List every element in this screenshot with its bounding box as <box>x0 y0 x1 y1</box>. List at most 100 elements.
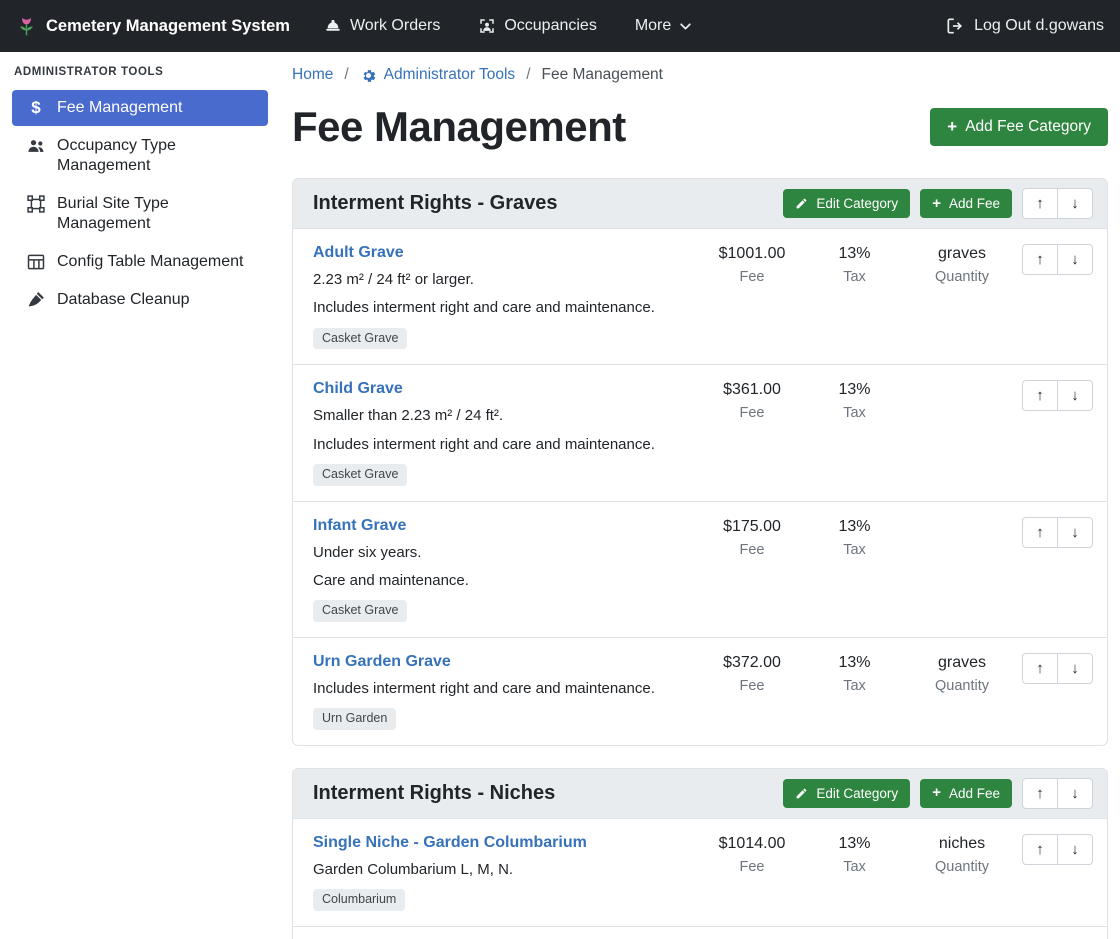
nav-item-occupancies[interactable]: Occupancies <box>478 17 597 35</box>
fee-rows: Single Niche - Garden Columbarium Garden… <box>293 819 1107 939</box>
category-actions: Edit Category + Add Fee ↑ ↓ <box>783 778 1093 809</box>
edit-category-button[interactable]: Edit Category <box>783 779 910 808</box>
fee-tax-cell: 13% Tax <box>807 834 902 875</box>
pencil-icon <box>795 197 808 210</box>
fee-amount-cell: $1014.00 Fee <box>697 834 807 875</box>
add-fee-button[interactable]: + Add Fee <box>920 189 1012 218</box>
fee-description-1: Under six years. <box>313 543 689 563</box>
category-list: Interment Rights - Graves Edit Category … <box>292 178 1108 939</box>
move-fee-down-button[interactable]: ↓ <box>1057 380 1093 411</box>
category-actions: Edit Category + Add Fee ↑ ↓ <box>783 188 1093 219</box>
fee-reorder-group: ↑ ↓ <box>1022 834 1093 865</box>
category-reorder-group: ↑ ↓ <box>1022 188 1093 219</box>
fee-type-badge: Casket Grave <box>313 328 407 350</box>
move-fee-up-button[interactable]: ↑ <box>1022 653 1058 684</box>
fee-amount-value: $361.00 <box>697 381 807 399</box>
breadcrumb-admin-tools-link[interactable]: Administrator Tools <box>360 66 516 84</box>
brand-link[interactable]: Cemetery Management System <box>16 16 290 37</box>
move-category-up-button[interactable]: ↑ <box>1022 188 1058 219</box>
fee-amount-value: $175.00 <box>697 518 807 536</box>
move-fee-up-button[interactable]: ↑ <box>1022 517 1058 548</box>
arrow-down-icon: ↓ <box>1071 842 1079 857</box>
fee-name-link[interactable]: Child Grave <box>313 380 403 398</box>
fee-amount-cell: $1001.00 Fee <box>697 244 807 285</box>
fee-category-title: Interment Rights - Niches <box>313 782 555 805</box>
edit-category-button[interactable]: Edit Category <box>783 189 910 218</box>
arrow-down-icon: ↓ <box>1071 252 1079 267</box>
fee-name-link[interactable]: Infant Grave <box>313 517 406 535</box>
move-fee-up-button[interactable]: ↑ <box>1022 380 1058 411</box>
fee-tax-value: 13% <box>807 245 902 263</box>
breadcrumb-admin-tools-label: Administrator Tools <box>384 66 516 84</box>
fee-quantity-label: Quantity <box>902 859 1022 875</box>
fee-amount-value: $1001.00 <box>697 245 807 263</box>
fee-tax-label: Tax <box>807 859 902 875</box>
breadcrumb-home-link[interactable]: Home <box>292 66 333 84</box>
fee-tax-value: 13% <box>807 381 902 399</box>
sidebar-item-label: Fee Management <box>57 98 182 118</box>
fee-tax-value: 13% <box>807 835 902 853</box>
fee-type-badge: Urn Garden <box>313 708 396 730</box>
move-fee-down-button[interactable]: ↓ <box>1057 653 1093 684</box>
category-reorder-group: ↑ ↓ <box>1022 778 1093 809</box>
fee-type-badge: Casket Grave <box>313 464 407 486</box>
fee-amount-label: Fee <box>697 542 807 558</box>
fee-row: Single Niche - Garden Columbarium Garden… <box>293 819 1107 926</box>
fee-tax-label: Tax <box>807 405 902 421</box>
sidebar-item-label: Database Cleanup <box>57 290 190 310</box>
fee-amount-label: Fee <box>697 405 807 421</box>
page-title: Fee Management <box>292 104 626 150</box>
fee-quantity-value: niches <box>902 835 1022 853</box>
move-fee-down-button[interactable]: ↓ <box>1057 244 1093 275</box>
fee-rows: Adult Grave 2.23 m² / 24 ft² or larger. … <box>293 229 1107 745</box>
fee-type-badge: Casket Grave <box>313 600 407 622</box>
fee-name-link[interactable]: Urn Garden Grave <box>313 653 451 671</box>
fee-info: Urn Garden Grave Includes interment righ… <box>313 653 697 730</box>
move-category-down-button[interactable]: ↓ <box>1057 188 1093 219</box>
fee-tax-label: Tax <box>807 542 902 558</box>
fee-reorder-group: ↑ ↓ <box>1022 244 1093 275</box>
move-fee-down-button[interactable]: ↓ <box>1057 834 1093 865</box>
move-fee-down-button[interactable]: ↓ <box>1057 517 1093 548</box>
add-fee-category-button[interactable]: + Add Fee Category <box>930 108 1108 146</box>
fee-category-card: Interment Rights - Graves Edit Category … <box>292 178 1108 746</box>
logout-label: Log Out d.gowans <box>974 17 1104 35</box>
sidebar-item-database-cleanup[interactable]: Database Cleanup <box>12 282 268 318</box>
move-category-down-button[interactable]: ↓ <box>1057 778 1093 809</box>
fee-quantity-label: Quantity <box>902 678 1022 694</box>
logout-link[interactable]: Log Out d.gowans <box>945 16 1104 36</box>
fee-name-link[interactable]: Adult Grave <box>313 244 404 262</box>
fee-tax-label: Tax <box>807 269 902 285</box>
fee-amount-value: $372.00 <box>697 654 807 672</box>
sidebar-item-fee-management[interactable]: $ Fee Management <box>12 90 268 126</box>
fee-tax-cell: 13% Tax <box>807 517 902 558</box>
add-fee-category-label: Add Fee Category <box>965 118 1091 136</box>
gear-icon <box>360 67 377 84</box>
move-fee-up-button[interactable]: ↑ <box>1022 834 1058 865</box>
fee-info: Child Grave Smaller than 2.23 m² / 24 ft… <box>313 380 697 485</box>
arrow-down-icon: ↓ <box>1071 525 1079 540</box>
top-navbar: Cemetery Management System Work Orders O… <box>0 0 1120 52</box>
sidebar-heading: ADMINISTRATOR TOOLS <box>14 66 266 78</box>
sidebar-item-occupancy-type-management[interactable]: Occupancy Type Management <box>12 128 268 184</box>
arrow-up-icon: ↑ <box>1036 196 1044 211</box>
move-fee-up-button[interactable]: ↑ <box>1022 244 1058 275</box>
sidebar-item-burial-site-type-management[interactable]: Burial Site Type Management <box>12 186 268 242</box>
fee-tax-label: Tax <box>807 678 902 694</box>
nav-item-more[interactable]: More <box>635 17 692 35</box>
arrow-down-icon: ↓ <box>1071 388 1079 403</box>
fee-reorder-group: ↑ ↓ <box>1022 517 1093 548</box>
person-bounding-box-icon <box>478 17 496 35</box>
sidebar-item-config-table-management[interactable]: Config Table Management <box>12 244 268 280</box>
add-fee-button[interactable]: + Add Fee <box>920 779 1012 808</box>
pencil-icon <box>795 787 808 800</box>
move-category-up-button[interactable]: ↑ <box>1022 778 1058 809</box>
plus-icon: + <box>947 120 957 134</box>
arrow-up-icon: ↑ <box>1036 842 1044 857</box>
fee-info: Single Niche - Garden Columbarium Garden… <box>313 834 697 911</box>
sidebar-item-label: Config Table Management <box>57 252 244 272</box>
breadcrumb-current: Fee Management <box>542 66 664 84</box>
fee-amount-label: Fee <box>697 859 807 875</box>
fee-name-link[interactable]: Single Niche - Garden Columbarium <box>313 834 587 852</box>
nav-item-work-orders[interactable]: Work Orders <box>324 17 440 35</box>
